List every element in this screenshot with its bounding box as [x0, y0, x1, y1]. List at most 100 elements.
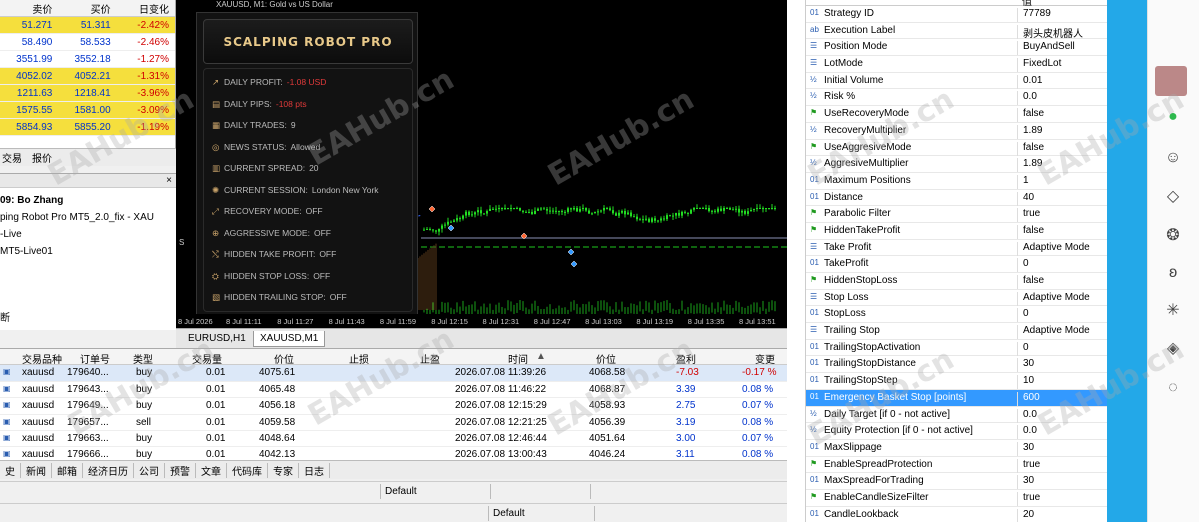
col-current-price[interactable]: 价位 [596, 351, 616, 366]
param-value[interactable]: 0.0 [1017, 425, 1037, 440]
toolbox-tab[interactable]: 代码库 [227, 462, 268, 478]
param-value[interactable]: BuyAndSell [1017, 41, 1075, 56]
input-row[interactable]: 01 StopLoss 0 [806, 306, 1107, 324]
toolbox-tab[interactable]: 预警 [165, 462, 196, 478]
col-symbol[interactable]: 交易品种 [22, 351, 62, 366]
input-row[interactable]: ☰ Stop Loss Adaptive Mode [806, 290, 1107, 307]
input-row[interactable]: 01 MaxSlippage 30 [806, 440, 1107, 457]
ask-header[interactable]: 买价 [58, 1, 116, 16]
param-value[interactable]: 30 [1017, 358, 1034, 373]
toolbox-tab[interactable]: 公司 [134, 462, 165, 478]
param-value[interactable]: 0 [1017, 308, 1029, 323]
param-value[interactable]: true [1017, 208, 1040, 223]
trade-row[interactable]: ▣ xauusd 179649... buy 0.01 4056.18 2026.07.08… [0, 398, 787, 415]
param-value[interactable]: 30 [1017, 475, 1034, 490]
input-row[interactable]: ☰ Position Mode BuyAndSell [806, 39, 1107, 57]
tab-eurusd-h1[interactable]: EURUSD,H1 [182, 331, 252, 347]
input-row[interactable]: 01 CandleLookback 20 [806, 507, 1107, 522]
input-row[interactable]: ☰ Take Profit Adaptive Mode [806, 240, 1107, 257]
toolbox-tab[interactable]: 新闻 [21, 462, 52, 478]
param-value[interactable]: false [1017, 141, 1044, 156]
param-value[interactable]: 0 [1017, 258, 1029, 273]
trade-row[interactable]: ▣ xauusd 179666... buy 0.01 4042.13 2026.07.08… [0, 447, 787, 460]
tab-xauusd-m1[interactable]: XAUUSD,M1 [253, 331, 326, 347]
sparkle-icon[interactable]: ✳ [1162, 300, 1184, 322]
col-volume[interactable]: 交易量 [192, 351, 222, 366]
toolbox-tab[interactable]: 文章 [196, 462, 227, 478]
input-row[interactable]: ⚑ UseRecoveryMode false [806, 106, 1107, 123]
account-line[interactable]: 09: Bo Zhang [0, 192, 176, 209]
col-tp[interactable]: 止盈 [420, 351, 440, 366]
param-value[interactable]: 20 [1017, 508, 1034, 522]
cube-icon[interactable]: ◇ [1162, 186, 1184, 208]
input-row[interactable]: 01 TakeProfit 0 [806, 256, 1107, 273]
input-row[interactable]: 01 TrailingStopDistance 30 [806, 356, 1107, 374]
input-row[interactable]: ½ Equity Protection [if 0 - not active] 0.… [806, 423, 1107, 440]
trade-row[interactable]: ▣ xauusd 179663... buy 0.01 4048.64 2026.07.08… [0, 431, 787, 448]
input-row[interactable]: 01 Strategy ID 77789 [806, 6, 1107, 23]
toolbox-tab[interactable]: 专家 [268, 462, 299, 478]
input-row[interactable]: ½ RecoveryMultiplier 1.89 [806, 123, 1107, 140]
param-value[interactable]: false [1017, 108, 1044, 123]
param-value[interactable]: true [1017, 458, 1040, 473]
param-value[interactable]: 40 [1017, 191, 1034, 206]
close-icon[interactable]: × [166, 175, 172, 186]
param-value[interactable]: 0.01 [1017, 74, 1042, 89]
col-sl[interactable]: 止损 [349, 351, 369, 366]
bid-header[interactable]: 卖价 [0, 1, 58, 16]
diamond-icon[interactable]: ◈ [1162, 338, 1184, 360]
param-value[interactable]: 30 [1017, 441, 1034, 456]
chat-icon[interactable]: ● [1162, 106, 1184, 128]
trade-row[interactable]: ▣ xauusd 179640... buy 0.01 4075.61 2026.07.08… [0, 365, 787, 382]
quote-row[interactable]: 3551.99 3552.18 -1.27% [0, 51, 175, 68]
param-value[interactable]: true [1017, 491, 1040, 506]
input-row[interactable]: ⚑ HiddenStopLoss false [806, 273, 1107, 290]
input-row[interactable]: ⚑ HiddenTakeProfit false [806, 223, 1107, 240]
param-value[interactable]: Adaptive Mode [1017, 325, 1090, 340]
param-value[interactable]: FixedLot [1017, 58, 1061, 73]
input-row[interactable]: ⚑ EnableSpreadProtection true [806, 457, 1107, 474]
toolbox-tab[interactable]: 史 [0, 462, 21, 478]
col-time[interactable]: 时间 [508, 351, 528, 366]
tab-trade[interactable]: 交易 [2, 150, 22, 165]
search-circle-icon[interactable]: ◌ [1162, 377, 1184, 399]
input-row[interactable]: 01 MaxSpreadForTrading 30 [806, 473, 1107, 490]
quote-row[interactable]: 1211.63 1218.41 -3.96% [0, 85, 175, 102]
input-row[interactable]: ½ Initial Volume 0.01 [806, 73, 1107, 90]
toolbox-tab[interactable]: 经济日历 [83, 462, 134, 478]
trade-row[interactable]: ▣ xauusd 179657... sell 0.01 4059.58 2026.07.0… [0, 415, 787, 431]
col-type[interactable]: 类型 [133, 351, 153, 366]
quote-row[interactable]: 51.271 51.311 -2.42% [0, 17, 175, 34]
param-value[interactable]: false [1017, 224, 1044, 239]
param-value[interactable]: 1 [1017, 174, 1029, 189]
tab-quotes[interactable]: 报价 [32, 150, 52, 165]
input-row[interactable]: 01 Emergency Basket Stop [points] 600 [806, 389, 1107, 407]
expert-line[interactable]: ping Robot Pro MT5_2.0_fix - XAU [0, 209, 176, 226]
param-value[interactable]: 1.89 [1017, 124, 1042, 139]
input-row[interactable]: ½ Risk % 0.0 [806, 89, 1107, 107]
contacts-icon[interactable]: ☺ [1162, 147, 1184, 169]
input-row[interactable]: ☰ Trailing Stop Adaptive Mode [806, 323, 1107, 340]
col-change[interactable]: 变更 [755, 351, 775, 366]
input-row[interactable]: 01 Distance 40 [806, 190, 1107, 207]
param-value[interactable]: Adaptive Mode [1017, 291, 1090, 306]
butterfly-icon[interactable]: ʚ [1162, 262, 1184, 284]
quote-row[interactable]: 5854.93 5855.20 -1.19% [0, 119, 175, 136]
toolbox-tab[interactable]: 邮箱 [52, 462, 83, 478]
toolbox-tab[interactable]: 日志 [299, 462, 330, 478]
col-price[interactable]: 价位 [274, 351, 294, 366]
param-value[interactable]: 10 [1017, 375, 1034, 390]
input-row[interactable]: ab Execution Label 剥头皮机器人 [806, 23, 1107, 40]
input-row[interactable]: ☰ LotMode FixedLot [806, 56, 1107, 73]
col-order[interactable]: 订单号 [80, 351, 110, 366]
quote-row[interactable]: 4052.02 4052.21 -1.31% [0, 68, 175, 85]
input-row[interactable]: ⚑ UseAggresiveMode false [806, 140, 1107, 157]
input-row[interactable]: ⚑ EnableCandleSizeFilter true [806, 490, 1107, 507]
input-row[interactable]: 01 TrailingStopActivation 0 [806, 340, 1107, 357]
input-row[interactable]: ½ AggresiveMultiplier 1.89 [806, 156, 1107, 173]
price-chart[interactable]: XAUUSD, M1: Gold vs US Dollar S SCALPING… [176, 0, 787, 328]
param-value[interactable]: 0.0 [1017, 408, 1037, 423]
param-value[interactable]: 1.89 [1017, 158, 1042, 173]
trade-row[interactable]: ▣ xauusd 179643... buy 0.01 4065.48 2026.07.08… [0, 382, 787, 399]
param-value[interactable]: false [1017, 275, 1044, 289]
